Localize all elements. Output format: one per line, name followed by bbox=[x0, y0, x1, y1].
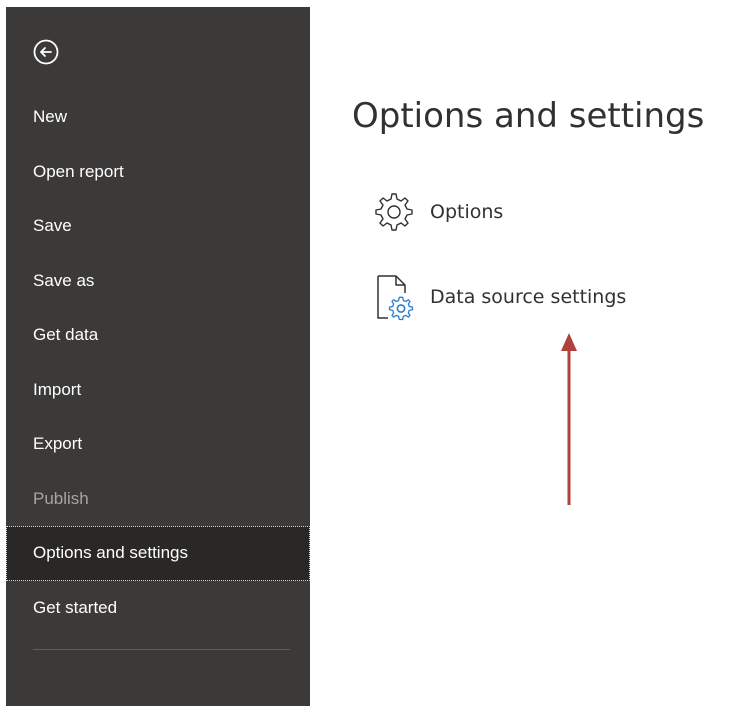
sidebar-item-save-as[interactable]: Save as bbox=[6, 254, 310, 309]
backstage-sidebar: New Open report Save Save as Get data Im… bbox=[6, 7, 310, 706]
data-source-settings-button[interactable]: Data source settings bbox=[372, 273, 626, 321]
document-gear-icon bbox=[377, 275, 414, 321]
sidebar-item-new[interactable]: New bbox=[6, 90, 310, 145]
sidebar-menu: New Open report Save Save as Get data Im… bbox=[6, 90, 310, 635]
sidebar-item-import[interactable]: Import bbox=[6, 363, 310, 418]
back-button[interactable] bbox=[30, 36, 62, 68]
gear-icon bbox=[375, 193, 413, 231]
sidebar-item-export[interactable]: Export bbox=[6, 417, 310, 472]
sidebar-item-get-started[interactable]: Get started bbox=[6, 581, 310, 636]
sidebar-item-get-data[interactable]: Get data bbox=[6, 308, 310, 363]
sidebar-item-options-and-settings[interactable]: Options and settings bbox=[6, 526, 310, 581]
options-label: Options bbox=[430, 201, 504, 223]
sidebar-divider bbox=[33, 649, 290, 650]
sidebar-item-save[interactable]: Save bbox=[6, 199, 310, 254]
page-title: Options and settings bbox=[352, 96, 705, 136]
data-source-settings-label: Data source settings bbox=[430, 286, 627, 308]
options-button[interactable]: Options bbox=[372, 192, 503, 232]
red-arrow-up-icon bbox=[561, 333, 577, 505]
sidebar-item-open-report[interactable]: Open report bbox=[6, 145, 310, 200]
arrow-left-circle-icon bbox=[33, 39, 59, 65]
sidebar-item-publish: Publish bbox=[33, 488, 89, 508]
